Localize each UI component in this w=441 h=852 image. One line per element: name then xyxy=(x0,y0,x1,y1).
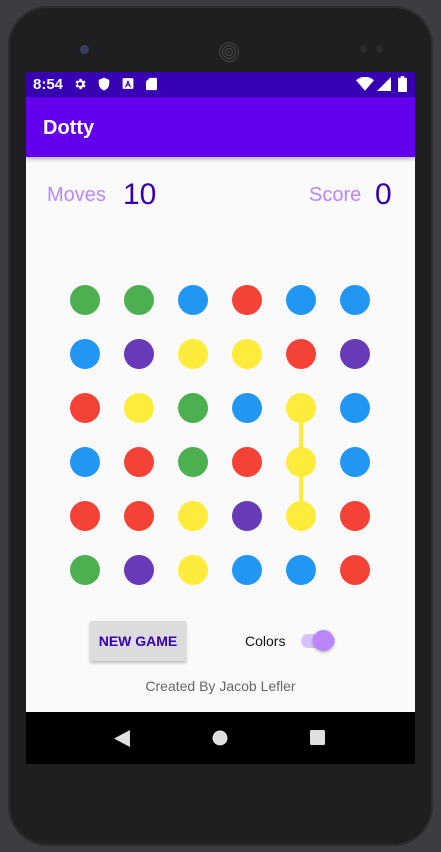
dot-red[interactable] xyxy=(124,447,154,477)
dot-red[interactable] xyxy=(70,501,100,531)
dot-blue[interactable] xyxy=(232,555,262,585)
dot-blue[interactable] xyxy=(70,447,100,477)
colors-toggle-label: Colors xyxy=(245,633,286,649)
dot-red[interactable] xyxy=(340,555,370,585)
dot-blue[interactable] xyxy=(70,339,100,369)
front-camera xyxy=(80,45,89,54)
back-icon[interactable] xyxy=(114,730,130,747)
dot-green[interactable] xyxy=(178,393,208,423)
dot-green[interactable] xyxy=(178,447,208,477)
home-icon[interactable] xyxy=(212,730,228,746)
new-game-button[interactable]: NEW GAME xyxy=(90,621,186,661)
dot-grid[interactable] xyxy=(26,72,415,764)
dot-purple[interactable] xyxy=(340,339,370,369)
dot-blue[interactable] xyxy=(286,285,316,315)
dot-yellow[interactable] xyxy=(178,501,208,531)
dot-purple[interactable] xyxy=(124,555,154,585)
navigation-bar xyxy=(26,712,415,764)
dot-blue[interactable] xyxy=(286,555,316,585)
dot-red[interactable] xyxy=(286,339,316,369)
dot-red[interactable] xyxy=(232,285,262,315)
proximity-sensor xyxy=(360,46,367,53)
light-sensor xyxy=(376,46,383,53)
colors-toggle-switch[interactable] xyxy=(313,630,334,651)
dot-yellow[interactable] xyxy=(286,447,316,477)
dot-blue[interactable] xyxy=(232,393,262,423)
dot-red[interactable] xyxy=(232,447,262,477)
app-screen: 8:54 Dotty Moves 10 Score 0 NEW GAME Col… xyxy=(26,72,415,764)
dot-green[interactable] xyxy=(70,285,100,315)
dot-red[interactable] xyxy=(124,501,154,531)
dot-purple[interactable] xyxy=(124,339,154,369)
dot-yellow[interactable] xyxy=(232,339,262,369)
dot-blue[interactable] xyxy=(178,285,208,315)
dot-yellow[interactable] xyxy=(286,393,316,423)
dot-red[interactable] xyxy=(70,393,100,423)
credit-text: Created By Jacob Lefler xyxy=(145,678,296,694)
recents-icon[interactable] xyxy=(310,730,325,745)
dot-purple[interactable] xyxy=(232,501,262,531)
dot-red[interactable] xyxy=(340,501,370,531)
dot-blue[interactable] xyxy=(340,393,370,423)
earpiece-speaker xyxy=(219,42,239,62)
dot-green[interactable] xyxy=(124,285,154,315)
dot-yellow[interactable] xyxy=(178,555,208,585)
dot-yellow[interactable] xyxy=(124,393,154,423)
dot-blue[interactable] xyxy=(340,285,370,315)
dot-green[interactable] xyxy=(70,555,100,585)
dot-blue[interactable] xyxy=(340,447,370,477)
dot-yellow[interactable] xyxy=(178,339,208,369)
dot-yellow[interactable] xyxy=(286,501,316,531)
